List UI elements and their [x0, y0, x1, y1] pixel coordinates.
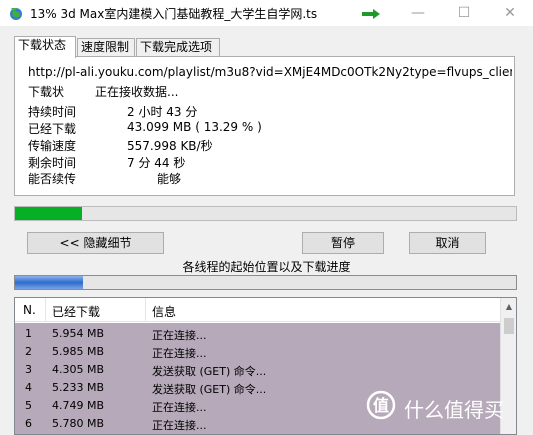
close-icon: ✕ [504, 5, 516, 21]
row-number: 3 [25, 363, 32, 376]
tab-download-status[interactable]: 下载状态 [14, 36, 76, 58]
transfer-rate-label: 传输速度 [28, 139, 77, 153]
maximize-icon: ☐ [457, 5, 471, 21]
state-label: 下载状 [28, 85, 65, 99]
tab-completion-options[interactable]: 下载完成选项 [136, 38, 220, 57]
worth-buying-logo-icon: 值 [366, 390, 396, 420]
row-info: 正在连接... [152, 401, 207, 414]
svg-text:值: 值 [373, 396, 389, 415]
row-info: 发送获取 (GET) 命令... [152, 365, 267, 378]
row-number: 6 [25, 417, 32, 430]
downloaded-label: 已经下载 [28, 122, 77, 136]
segment-progress-fill [15, 276, 83, 289]
watermark-text: 什么值得买 [404, 398, 504, 422]
chevron-up-icon[interactable]: ▲ [501, 300, 516, 314]
pause-button[interactable]: 暂停 [302, 232, 384, 254]
row-downloaded: 5.780 MB [52, 417, 105, 430]
resume-label: 能否续传 [28, 172, 77, 186]
column-divider[interactable] [145, 298, 146, 322]
title-bar: 13% 3d Max室内建模入门基础教程_大学生自学网.ts — ☐ ✕ [0, 0, 533, 26]
status-panel: http://pl-ali.youku.com/playlist/m3u8?vi… [14, 56, 515, 196]
row-downloaded: 4.305 MB [52, 363, 105, 376]
row-info: 正在连接... [152, 347, 207, 360]
scrollbar-thumb[interactable] [504, 318, 514, 334]
column-header-downloaded[interactable]: 已经下载 [52, 303, 100, 320]
table-header: N. 已经下载 信息 [15, 298, 500, 322]
column-header-n[interactable]: N. [23, 303, 36, 317]
row-downloaded: 5.233 MB [52, 381, 105, 394]
close-button[interactable]: ✕ [487, 0, 533, 26]
transfer-rate-value: 557.998 KB/秒 [127, 139, 213, 153]
downloaded-value: 43.099 MB ( 13.29 % ) [127, 120, 262, 134]
tab-speed-limit[interactable]: 速度限制 [77, 38, 135, 57]
cancel-button[interactable]: 取消 [409, 232, 486, 254]
row-downloaded: 5.954 MB [52, 327, 105, 340]
minimize-icon: — [411, 5, 425, 21]
row-info: 正在连接... [152, 419, 207, 432]
row-info: 发送获取 (GET) 命令... [152, 383, 267, 396]
segment-progress-bar [14, 275, 517, 290]
maximize-button[interactable]: ☐ [441, 0, 487, 26]
download-progress-fill [15, 207, 82, 220]
duration-value: 2 小时 43 分 [127, 105, 198, 119]
column-divider[interactable] [45, 298, 46, 322]
row-number: 5 [25, 399, 32, 412]
download-progress-bar [14, 206, 517, 221]
row-info: 正在连接... [152, 329, 207, 342]
table-row[interactable]: 1 5.954 MB 正在连接... [15, 325, 500, 343]
row-downloaded: 5.985 MB [52, 345, 105, 358]
state-value: 正在接收数据... [95, 85, 179, 99]
hide-details-button[interactable]: << 隐藏细节 [27, 232, 164, 254]
download-url: http://pl-ali.youku.com/playlist/m3u8?vi… [28, 65, 512, 79]
table-row[interactable]: 2 5.985 MB 正在连接... [15, 343, 500, 361]
duration-label: 持续时间 [28, 105, 77, 119]
row-number: 2 [25, 345, 32, 358]
green-arrow-icon [362, 9, 380, 19]
globe-download-icon [10, 8, 22, 20]
time-left-label: 剩余时间 [28, 156, 77, 170]
minimize-button[interactable]: — [395, 0, 441, 26]
time-left-value: 7 分 44 秒 [127, 156, 186, 170]
column-header-info[interactable]: 信息 [152, 303, 176, 320]
row-downloaded: 4.749 MB [52, 399, 105, 412]
row-number: 1 [25, 327, 32, 340]
watermark: 值 什么值得买 [366, 390, 526, 426]
table-row[interactable]: 3 4.305 MB 发送获取 (GET) 命令... [15, 361, 500, 379]
resume-value: 能够 [157, 172, 182, 186]
row-number: 4 [25, 381, 32, 394]
window-title: 13% 3d Max室内建模入门基础教程_大学生自学网.ts [30, 7, 318, 21]
threads-caption: 各线程的起始位置以及下载进度 [182, 260, 351, 274]
